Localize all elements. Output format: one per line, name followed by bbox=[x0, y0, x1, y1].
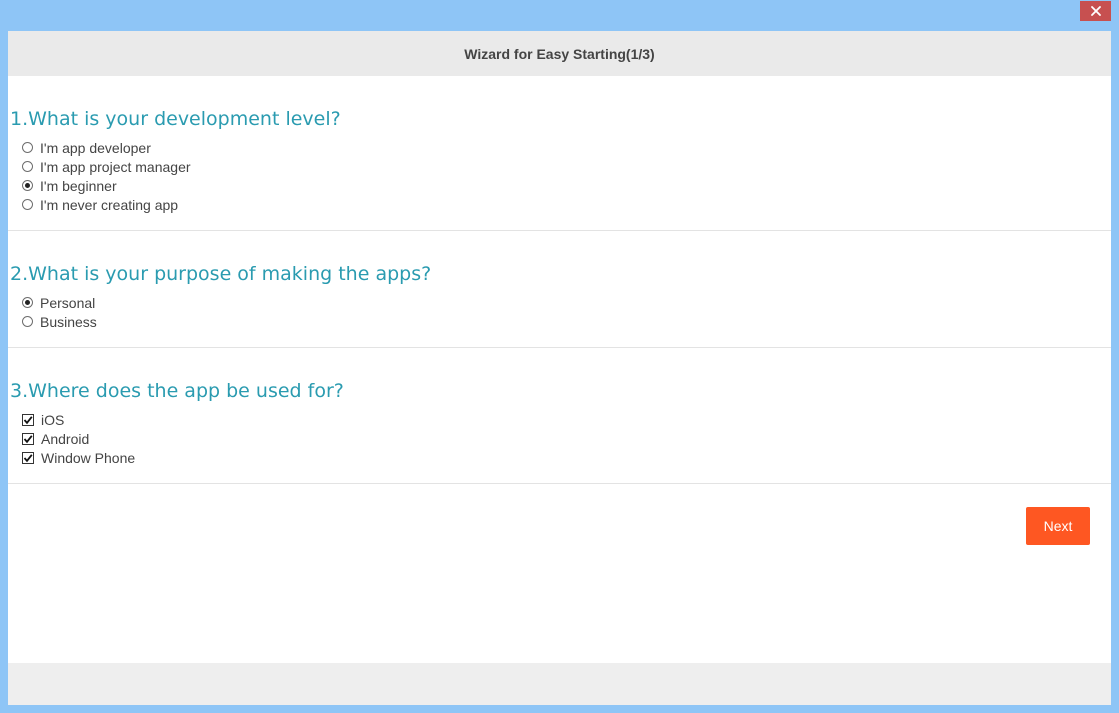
radio-option-personal[interactable]: Personal bbox=[22, 293, 95, 312]
option-label: I'm app developer bbox=[40, 139, 151, 156]
question-purpose: 2.What is your purpose of making the app… bbox=[10, 263, 432, 285]
radio-button[interactable] bbox=[22, 142, 33, 153]
section-divider bbox=[8, 483, 1111, 484]
checkbox-checked[interactable] bbox=[22, 451, 34, 464]
radio-option-app-developer[interactable]: I'm app developer bbox=[22, 138, 151, 157]
section-divider bbox=[8, 230, 1111, 231]
option-label: Window Phone bbox=[41, 449, 136, 466]
radio-option-app-project-manager[interactable]: I'm app project manager bbox=[22, 157, 191, 176]
option-label: iOS bbox=[41, 411, 65, 428]
option-label: I'm app project manager bbox=[40, 158, 191, 175]
wizard-title: Wizard for Easy Starting(1/3) bbox=[464, 45, 655, 62]
checkbox-option-window-phone[interactable]: Window Phone bbox=[22, 448, 135, 467]
checkbox-checked[interactable] bbox=[22, 432, 34, 445]
checkbox-checked[interactable] bbox=[22, 413, 34, 426]
checkbox-option-android[interactable]: Android bbox=[22, 429, 89, 448]
option-label: I'm never creating app bbox=[40, 196, 179, 213]
close-button[interactable] bbox=[1080, 1, 1111, 21]
option-label: I'm beginner bbox=[40, 177, 117, 194]
checkbox-option-ios[interactable]: iOS bbox=[22, 410, 64, 429]
radio-button[interactable] bbox=[22, 199, 33, 210]
radio-option-business[interactable]: Business bbox=[22, 312, 97, 331]
wizard-footer bbox=[8, 663, 1111, 705]
radio-button[interactable] bbox=[22, 161, 33, 172]
question-platform: 3.Where does the app be used for? bbox=[10, 380, 344, 402]
window-titlebar bbox=[0, 0, 1119, 31]
section-divider bbox=[8, 347, 1111, 348]
radio-selected-dot bbox=[25, 183, 30, 188]
checkmark-icon bbox=[23, 434, 33, 443]
checkmark-icon bbox=[23, 415, 33, 424]
wizard-window: Wizard for Easy Starting(1/3) 1.What is … bbox=[8, 31, 1111, 705]
radio-button-selected[interactable] bbox=[22, 297, 33, 308]
radio-option-never-creating-app[interactable]: I'm never creating app bbox=[22, 195, 178, 214]
wizard-header: Wizard for Easy Starting(1/3) bbox=[8, 31, 1111, 76]
option-label: Business bbox=[40, 313, 97, 330]
option-label: Personal bbox=[40, 294, 96, 311]
radio-button[interactable] bbox=[22, 316, 33, 327]
checkmark-icon bbox=[23, 453, 33, 462]
radio-option-beginner[interactable]: I'm beginner bbox=[22, 176, 117, 195]
option-label: Android bbox=[41, 430, 90, 447]
question-development-level: 1.What is your development level? bbox=[10, 108, 341, 130]
close-icon bbox=[1090, 6, 1101, 16]
radio-selected-dot bbox=[25, 300, 30, 305]
radio-button-selected[interactable] bbox=[22, 180, 33, 191]
next-button[interactable]: Next bbox=[1026, 507, 1090, 545]
